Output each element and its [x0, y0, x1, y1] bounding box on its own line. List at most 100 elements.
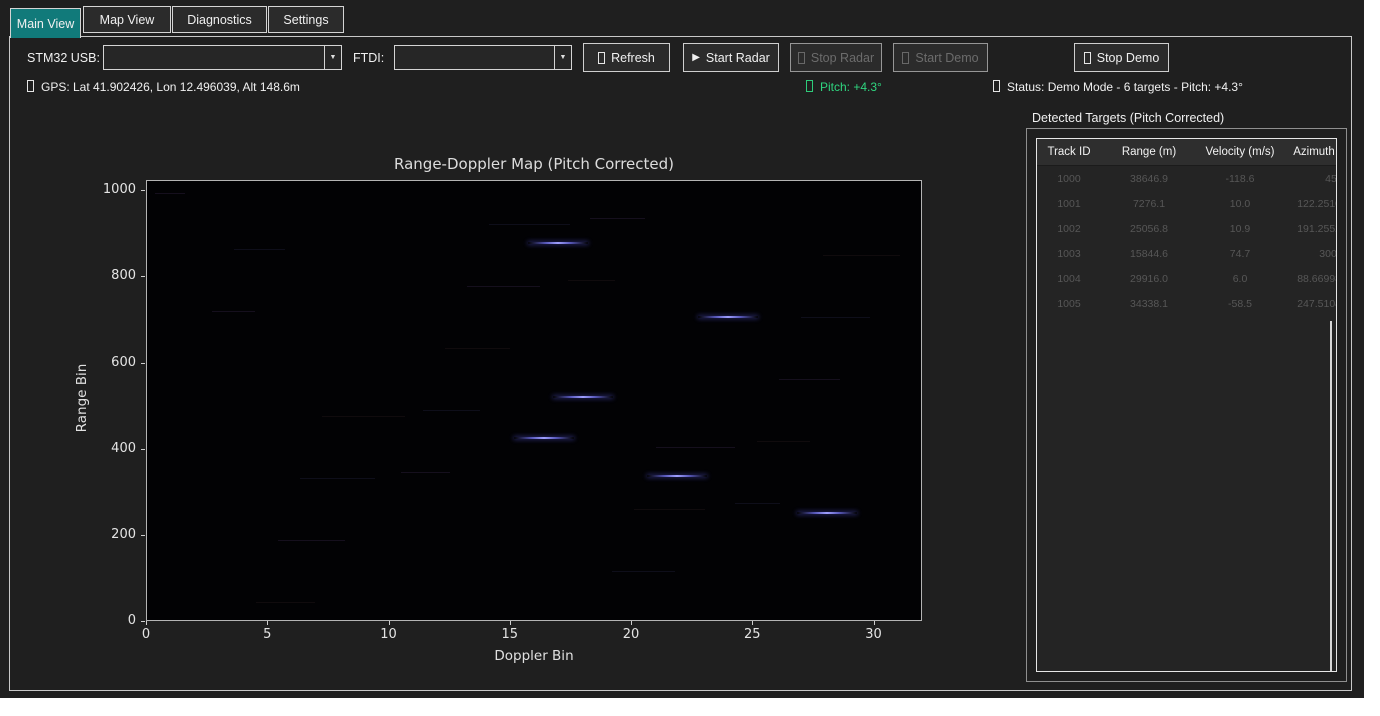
table-cell: 6.0 [1197, 273, 1283, 285]
status-icon [993, 80, 1000, 92]
x-tick [146, 621, 147, 625]
noise-streak [757, 441, 810, 442]
start-radar-button-label: Start Radar [706, 51, 770, 65]
noise-streak [590, 218, 645, 219]
table-row[interactable]: 10017276.110.0122.2510 [1037, 191, 1336, 216]
noise-streak [779, 379, 840, 380]
tab-map-view[interactable]: Map View [83, 6, 171, 33]
table-cell: -118.6 [1197, 173, 1283, 185]
table-cell: 15844.6 [1101, 248, 1197, 260]
column-header-track-id[interactable]: Track ID [1037, 146, 1101, 158]
x-tick [389, 621, 390, 625]
stm32-usb-combobox[interactable]: ▼ [103, 45, 342, 70]
x-tick [874, 621, 875, 625]
table-cell: 29916.0 [1101, 273, 1197, 285]
stm32-combobox-dropdown-button[interactable]: ▼ [324, 46, 341, 69]
y-tick-label: 800 [92, 268, 136, 283]
table-cell: 74.7 [1197, 248, 1283, 260]
x-tick [631, 621, 632, 625]
table-cell: 122.2510 [1283, 198, 1337, 210]
x-tick-label: 20 [611, 627, 651, 642]
table-cell: 1003 [1037, 248, 1101, 260]
missing-glyph-icon [598, 52, 605, 64]
noise-streak [445, 348, 510, 349]
noise-streak [234, 249, 285, 250]
tab-settings[interactable]: Settings [268, 6, 344, 33]
ftdi-combobox-value [395, 46, 554, 69]
ftdi-combobox[interactable]: ▼ [394, 45, 572, 70]
missing-glyph-icon [798, 52, 805, 64]
refresh-button-label: Refresh [611, 51, 655, 65]
ftdi-combobox-dropdown-button[interactable]: ▼ [554, 46, 571, 69]
table-cell: 1002 [1037, 223, 1101, 235]
y-tick-label: 600 [92, 355, 136, 370]
x-tick [510, 621, 511, 625]
table-cell: 247.5104 [1283, 298, 1337, 310]
ftdi-label: FTDI: [353, 51, 384, 65]
refresh-button[interactable]: Refresh [583, 43, 670, 72]
noise-streak [656, 447, 735, 448]
targets-table: Track IDRange (m)Velocity (m/s)Azimuth 1… [1036, 138, 1337, 672]
noise-streak [467, 286, 540, 287]
y-tick [141, 535, 145, 536]
play-icon: ▶ [692, 53, 700, 63]
column-header-azimuth[interactable]: Azimuth [1283, 146, 1337, 158]
column-header-range-m[interactable]: Range (m) [1101, 146, 1197, 158]
noise-streak [300, 478, 375, 479]
missing-glyph-icon [1084, 52, 1091, 64]
table-row[interactable]: 100225056.810.9191.2552 [1037, 216, 1336, 241]
target-doppler-streak [647, 475, 707, 477]
noise-streak [489, 224, 570, 225]
x-tick-label: 15 [490, 627, 530, 642]
noise-streak [634, 509, 705, 510]
table-row[interactable]: 100534338.1-58.5247.5104 [1037, 291, 1336, 316]
stop-demo-button-label: Stop Demo [1097, 51, 1160, 65]
noise-streak [612, 571, 675, 572]
x-tick-label: 30 [854, 627, 894, 642]
stm32-usb-label: STM32 USB: [27, 51, 100, 65]
noise-streak [401, 472, 450, 473]
tab-main-view[interactable]: Main View [10, 8, 81, 38]
status-message: Status: Demo Mode - 6 targets - Pitch: +… [993, 80, 1243, 94]
y-tick [141, 190, 145, 191]
stop-radar-button[interactable]: Stop Radar [790, 43, 882, 72]
table-row[interactable]: 100315844.674.7300° [1037, 241, 1336, 266]
angle-icon [806, 80, 813, 92]
stm32-usb-combobox-value [104, 46, 324, 69]
stop-radar-button-label: Stop Radar [811, 51, 874, 65]
target-doppler-streak [797, 512, 857, 514]
y-tick [141, 276, 145, 277]
y-tick [141, 621, 145, 622]
table-scrollbar[interactable] [1330, 321, 1332, 671]
start-demo-button[interactable]: Start Demo [893, 43, 988, 72]
column-header-velocity-m-s[interactable]: Velocity (m/s) [1197, 146, 1283, 158]
target-doppler-streak [514, 437, 574, 439]
tab-diagnostics[interactable]: Diagnostics [172, 6, 267, 33]
x-tick [752, 621, 753, 625]
table-cell: 7276.1 [1101, 198, 1197, 210]
table-row[interactable]: 100038646.9-118.645° [1037, 166, 1336, 191]
table-row[interactable]: 100429916.06.088.66998 [1037, 266, 1336, 291]
y-tick [141, 449, 145, 450]
table-cell: 300° [1283, 248, 1337, 260]
start-radar-button[interactable]: ▶ Start Radar [683, 43, 779, 72]
x-tick-label: 0 [126, 627, 166, 642]
table-cell: 1000 [1037, 173, 1101, 185]
range-doppler-heatmap [146, 180, 922, 621]
y-axis-label: Range Bin [74, 328, 90, 468]
table-cell: 38646.9 [1101, 173, 1197, 185]
x-tick-label: 5 [247, 627, 287, 642]
chart-title: Range-Doppler Map (Pitch Corrected) [146, 155, 922, 173]
x-tick-label: 10 [369, 627, 409, 642]
targets-panel-title: Detected Targets (Pitch Corrected) [1032, 111, 1224, 125]
y-tick-label: 400 [92, 441, 136, 456]
noise-streak [322, 416, 405, 417]
target-doppler-streak [553, 396, 613, 398]
table-cell: 45° [1283, 173, 1337, 185]
stop-demo-button[interactable]: Stop Demo [1074, 43, 1169, 72]
x-tick-label: 25 [732, 627, 772, 642]
noise-streak [823, 255, 900, 256]
chevron-down-icon: ▼ [330, 54, 337, 61]
table-cell: 10.0 [1197, 198, 1283, 210]
radar-app-window: Main ViewMap ViewDiagnosticsSettings STM… [0, 0, 1364, 698]
